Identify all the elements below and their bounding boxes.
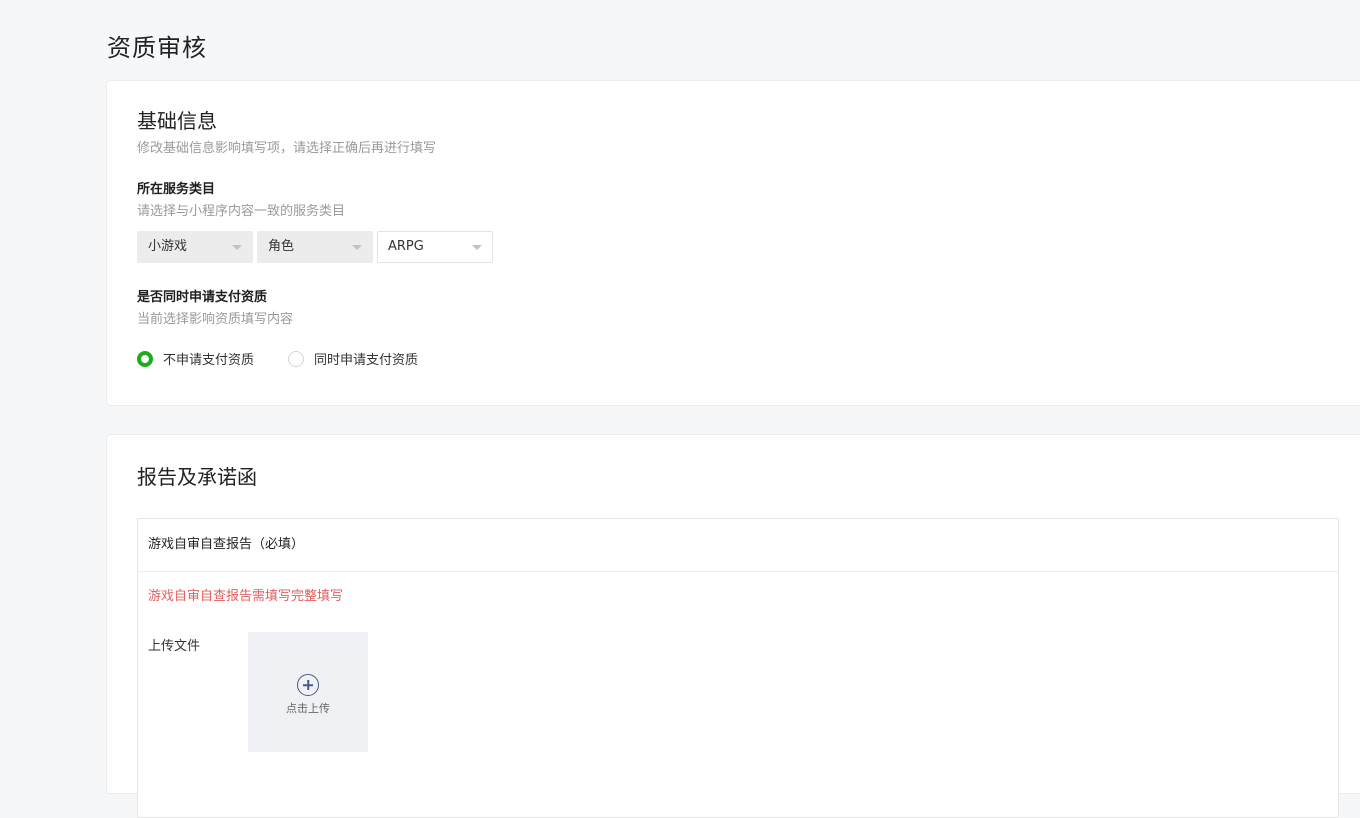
self-review-section: 游戏自审自查报告（必填） 游戏自审自查报告需填写完整填写 上传文件 点击上传 bbox=[137, 518, 1339, 818]
radio-checked-icon bbox=[137, 350, 153, 367]
chevron-down-icon bbox=[232, 245, 242, 250]
payment-label: 是否同时申请支付资质 bbox=[137, 290, 268, 305]
basic-info-card: 基础信息 修改基础信息影响填写项，请选择正确后再进行填写 所在服务类目 请选择与… bbox=[106, 80, 1360, 406]
payment-hint: 当前选择影响资质填写内容 bbox=[137, 312, 294, 327]
radio-no-payment-label: 不申请支付资质 bbox=[163, 353, 255, 368]
chevron-down-icon bbox=[472, 245, 482, 250]
basic-info-title: 基础信息 bbox=[137, 109, 217, 133]
category-select-level1-value: 小游戏 bbox=[148, 239, 188, 254]
category-label: 所在服务类目 bbox=[137, 182, 216, 197]
report-card: 报告及承诺函 游戏自审自查报告（必填） 游戏自审自查报告需填写完整填写 上传文件… bbox=[106, 434, 1360, 818]
category-select-level3-value: ARPG bbox=[388, 239, 424, 254]
radio-with-payment[interactable]: 同时申请支付资质 bbox=[288, 349, 418, 368]
self-review-warning: 游戏自审自查报告需填写完整填写 bbox=[148, 589, 344, 604]
basic-info-desc: 修改基础信息影响填写项，请选择正确后再进行填写 bbox=[137, 141, 437, 156]
category-hint: 请选择与小程序内容一致的服务类目 bbox=[137, 204, 346, 219]
page-title: 资质审核 bbox=[107, 34, 207, 62]
radio-no-payment[interactable]: 不申请支付资质 bbox=[137, 349, 254, 368]
radio-unchecked-icon bbox=[288, 350, 305, 367]
upload-button[interactable]: 点击上传 bbox=[248, 632, 368, 752]
category-select-level2[interactable]: 角色 bbox=[257, 231, 373, 263]
payment-radio-group: 不申请支付资质 同时申请支付资质 bbox=[137, 349, 452, 368]
upload-label: 上传文件 bbox=[148, 639, 201, 654]
plus-circle-icon bbox=[297, 674, 319, 696]
chevron-down-icon bbox=[352, 245, 362, 250]
category-select-level2-value: 角色 bbox=[268, 239, 295, 254]
category-select-level1[interactable]: 小游戏 bbox=[137, 231, 253, 263]
upload-button-label: 点击上传 bbox=[286, 702, 330, 715]
category-select-level3[interactable]: ARPG bbox=[377, 231, 493, 263]
self-review-section-title: 游戏自审自查报告（必填） bbox=[138, 519, 1338, 572]
radio-with-payment-label: 同时申请支付资质 bbox=[314, 353, 419, 368]
report-title: 报告及承诺函 bbox=[137, 465, 257, 489]
